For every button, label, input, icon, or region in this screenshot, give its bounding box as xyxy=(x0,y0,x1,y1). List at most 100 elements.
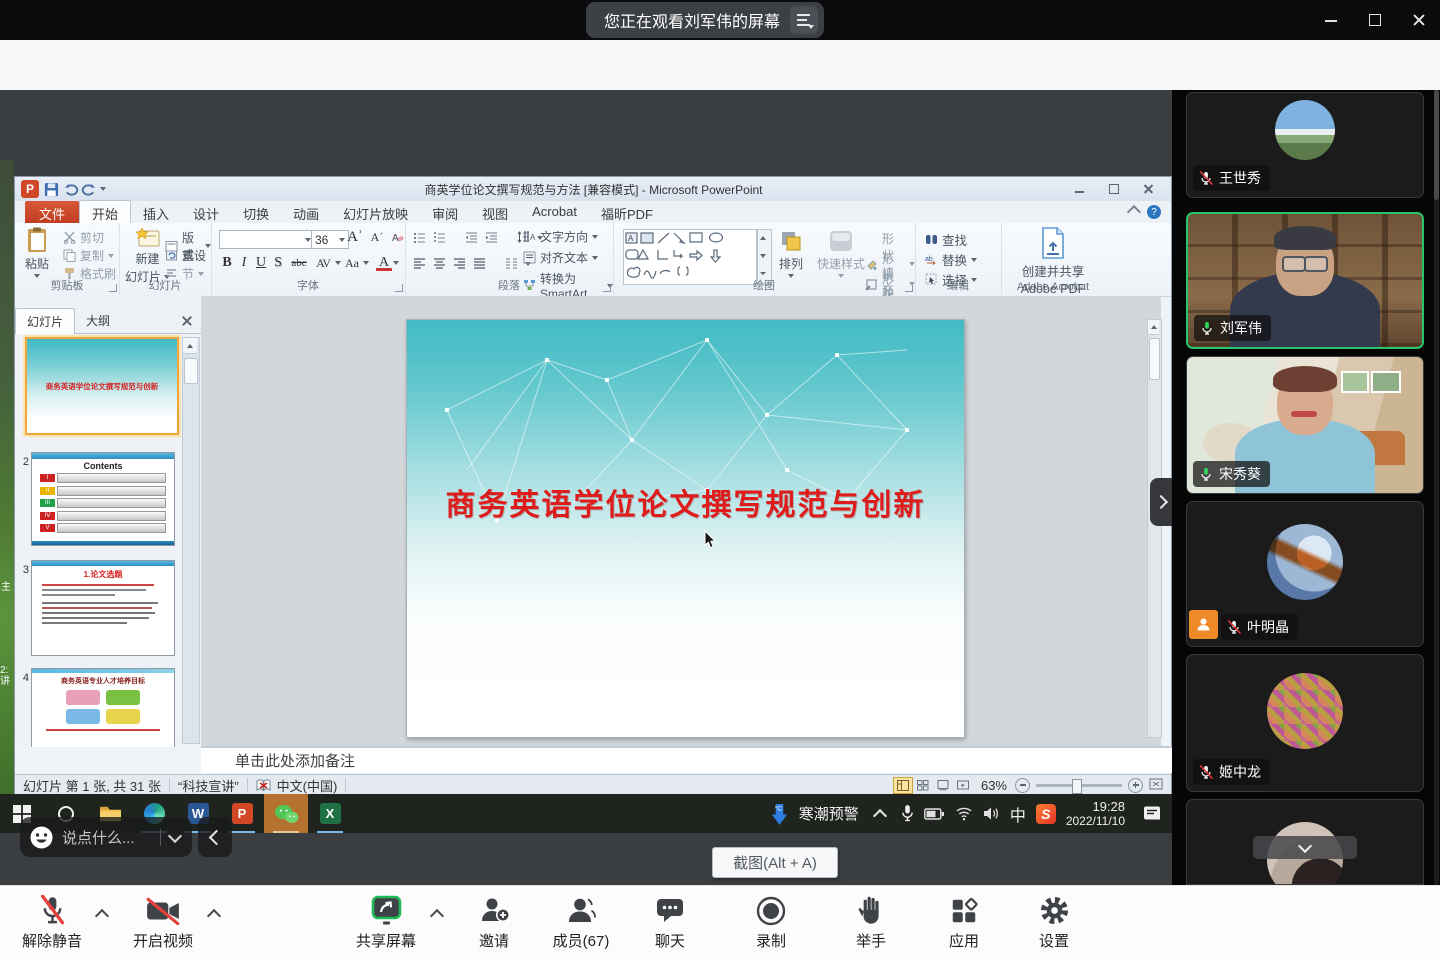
normal-view-button[interactable] xyxy=(893,777,913,794)
undo-icon[interactable] xyxy=(64,183,79,196)
share-area-next-arrow[interactable] xyxy=(1150,478,1172,526)
panel-tab-slides[interactable]: 幻灯片 xyxy=(15,308,75,334)
bold-button[interactable]: B xyxy=(219,255,235,271)
tab-animations[interactable]: 动画 xyxy=(281,201,331,223)
ime-indicator[interactable]: 中 xyxy=(1010,802,1026,826)
weather-alert-label[interactable]: 寒潮预警 xyxy=(799,803,859,824)
align-left-button[interactable] xyxy=(413,257,426,270)
emoji-icon[interactable] xyxy=(29,825,54,850)
participant-tile[interactable]: 王世秀 xyxy=(1186,92,1424,198)
chat-input[interactable]: 说点什么... xyxy=(62,827,160,848)
columns-button[interactable] xyxy=(505,257,518,270)
character-spacing-button[interactable]: AV xyxy=(312,256,334,271)
zoom-out-button[interactable] xyxy=(1015,778,1030,793)
paragraph-dialog-launcher[interactable] xyxy=(603,284,611,292)
underline-button[interactable]: U xyxy=(253,255,269,271)
align-center-button[interactable] xyxy=(433,257,446,270)
powerpoint-logo-icon[interactable]: P xyxy=(21,180,39,198)
ppt-minimize-button[interactable] xyxy=(1075,183,1087,195)
tab-file[interactable]: 文件 xyxy=(25,201,79,223)
participant-tile-partial[interactable] xyxy=(1186,799,1424,885)
help-icon[interactable]: ? xyxy=(1147,205,1161,219)
replace-button[interactable]: ab替换 xyxy=(925,250,977,269)
raise-hand-button[interactable]: 举手 xyxy=(823,894,919,951)
slide-sorter-view-button[interactable] xyxy=(913,777,933,794)
share-options-chevron[interactable] xyxy=(432,908,442,926)
tab-foxit-pdf[interactable]: 福昕PDF xyxy=(589,201,665,223)
language-indicator[interactable]: 中文(中国) xyxy=(277,776,338,795)
save-icon[interactable] xyxy=(44,182,59,197)
record-button[interactable]: 录制 xyxy=(723,894,819,951)
invite-button[interactable]: 邀请 xyxy=(446,894,542,951)
tab-view[interactable]: 视图 xyxy=(470,201,520,223)
canvas-scroll-up-icon[interactable] xyxy=(1148,320,1159,335)
font-size-combo[interactable]: 36 xyxy=(311,230,349,249)
weather-warning-icon[interactable]: °C xyxy=(770,801,789,826)
font-dialog-launcher[interactable] xyxy=(395,284,403,292)
collapse-ribbon-icon[interactable] xyxy=(1127,205,1141,219)
fit-to-window-button[interactable] xyxy=(1149,778,1163,793)
redo-icon[interactable] xyxy=(81,183,96,196)
slide-thumbnail-2[interactable]: Contents I II III IV V xyxy=(31,452,175,546)
font-color-button[interactable]: A xyxy=(376,255,392,271)
chat-button[interactable]: 聊天 xyxy=(622,894,718,951)
participant-tile[interactable]: 宋秀葵 xyxy=(1186,356,1424,494)
collapse-chat-button[interactable] xyxy=(198,817,232,857)
taskbar-clock[interactable]: 19:28 2022/11/10 xyxy=(1066,799,1125,829)
battery-icon[interactable] xyxy=(924,808,945,820)
current-slide[interactable]: 商务英语学位论文撰写规范与创新 xyxy=(406,319,965,738)
panel-scrollbar[interactable] xyxy=(182,337,200,744)
excel-button[interactable]: X xyxy=(308,794,352,833)
slide-thumbnail-1[interactable]: 商务英语学位论文撰写规范与创新 xyxy=(25,337,179,435)
members-button[interactable]: 成员(67) xyxy=(533,894,629,951)
canvas-scrollbar[interactable] xyxy=(1147,319,1162,738)
decrease-indent-button[interactable] xyxy=(465,231,478,244)
justify-button[interactable] xyxy=(473,257,486,270)
ppt-title-bar[interactable]: P 商英学位论文撰写规范与方法 [兼容模式] - Microsoft Power… xyxy=(15,177,1171,201)
find-button[interactable]: 查找 xyxy=(925,230,967,249)
tray-mic-icon[interactable] xyxy=(901,804,914,823)
qat-customize-caret-icon[interactable] xyxy=(100,187,106,191)
reset-button[interactable]: 重设 xyxy=(165,247,206,264)
video-options-chevron[interactable] xyxy=(209,908,219,926)
font-name-combo[interactable] xyxy=(219,230,315,249)
volume-icon[interactable] xyxy=(983,806,1000,821)
settings-button[interactable]: 设置 xyxy=(1006,894,1102,951)
increase-indent-button[interactable] xyxy=(485,231,498,244)
scroll-participants-down-button[interactable] xyxy=(1253,836,1357,859)
text-direction-button[interactable]: A文字方向 xyxy=(523,228,598,245)
strikethrough-button[interactable]: abc xyxy=(287,257,311,269)
drawing-dialog-launcher[interactable] xyxy=(905,284,913,292)
chat-quick-bar[interactable]: 说点什么... xyxy=(20,817,192,857)
slide-thumbnail-3[interactable]: 1.论文选题 xyxy=(31,560,175,656)
panel-scroll-up-icon[interactable] xyxy=(183,338,197,354)
increase-font-button[interactable]: Aʾ xyxy=(347,229,363,246)
text-shadow-button[interactable]: S xyxy=(270,255,286,271)
decrease-font-button[interactable]: Aˊ xyxy=(369,230,385,245)
panel-scroll-thumb[interactable] xyxy=(184,358,198,384)
change-case-button[interactable]: Aa xyxy=(342,256,362,271)
tab-design[interactable]: 设计 xyxy=(181,201,231,223)
tray-expand-chevron[interactable] xyxy=(873,808,887,822)
zoom-in-button[interactable] xyxy=(1128,778,1143,793)
audio-options-chevron[interactable] xyxy=(97,908,107,926)
spellcheck-icon[interactable] xyxy=(256,778,271,792)
align-right-button[interactable] xyxy=(453,257,466,270)
notes-area[interactable]: 单击此处添加备注 xyxy=(201,746,1172,773)
tab-review[interactable]: 审阅 xyxy=(420,201,470,223)
ppt-close-button[interactable] xyxy=(1143,183,1155,195)
tab-slideshow[interactable]: 幻灯片放映 xyxy=(331,201,420,223)
zoom-slider-thumb[interactable] xyxy=(1072,779,1082,794)
arrange-button[interactable]: 排列 xyxy=(779,229,803,278)
clipboard-dialog-launcher[interactable] xyxy=(109,284,117,292)
start-video-button[interactable]: 开启视频 xyxy=(115,894,211,951)
quick-styles-button[interactable]: 快速样式 xyxy=(817,229,865,278)
tab-home[interactable]: 开始 xyxy=(79,200,131,223)
waiting-entry-badge[interactable] xyxy=(1189,610,1218,639)
chat-expand-chevron[interactable] xyxy=(168,828,182,842)
sogou-ime-icon[interactable]: S xyxy=(1036,804,1056,824)
notification-center-icon[interactable] xyxy=(1143,805,1162,822)
wechat-button-active[interactable] xyxy=(264,794,308,833)
participant-tile[interactable]: 叶明晶 xyxy=(1186,501,1424,647)
italic-button[interactable]: I xyxy=(236,255,252,271)
